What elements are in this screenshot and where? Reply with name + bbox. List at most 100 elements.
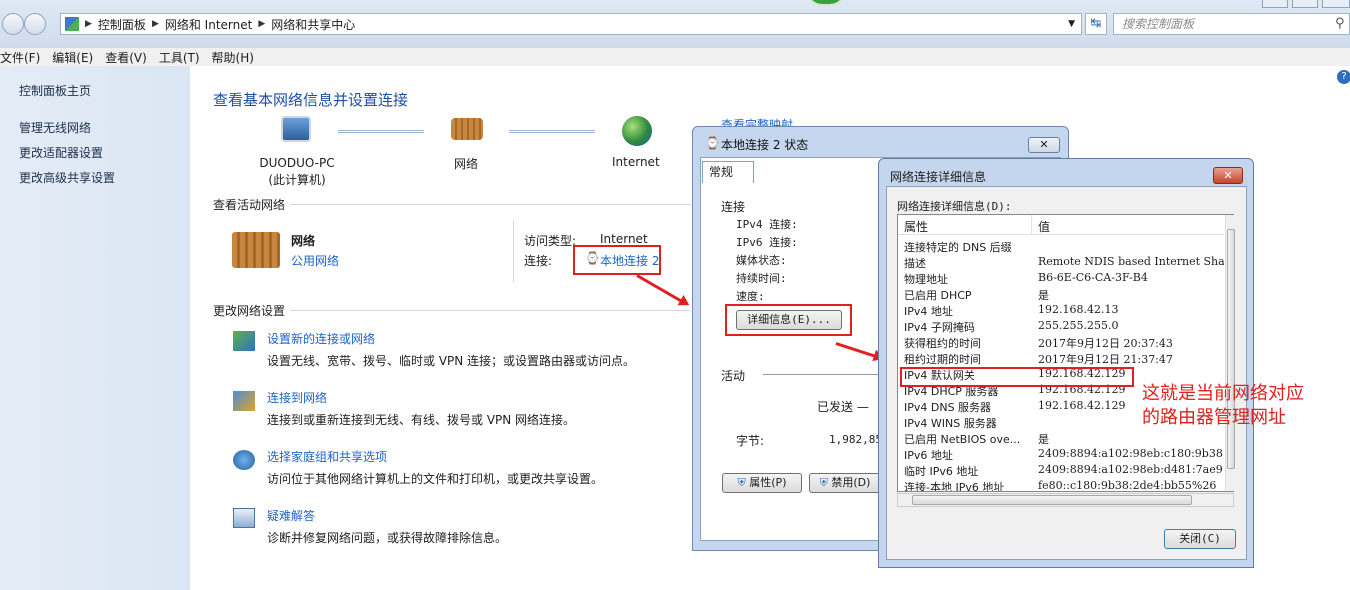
row-value	[1038, 239, 1224, 255]
menu-file[interactable]: 文件(F)	[0, 49, 46, 66]
row-property: 临时 IPv6 地址	[904, 465, 979, 478]
computer-icon	[281, 116, 311, 142]
menu-tools[interactable]: 工具(T)	[153, 49, 206, 66]
row-value: 是	[1038, 289, 1049, 302]
scroll-thumb[interactable]	[912, 495, 1192, 505]
activity-header: 活动	[721, 369, 746, 383]
task-homegroup-link[interactable]: 选择家庭组和共享选项	[267, 448, 387, 465]
field-speed: 速度:	[736, 290, 765, 303]
maximize-button[interactable]	[1292, 0, 1318, 8]
list-item[interactable]: 描述 Remote NDIS based Internet Sha	[904, 255, 1224, 271]
list-item[interactable]: 连接特定的 DNS 后缀	[904, 239, 1224, 255]
close-icon[interactable]: ✕	[1213, 167, 1243, 184]
back-button[interactable]	[2, 13, 24, 35]
properties-button[interactable]: ⛨ 属性(P)	[722, 473, 802, 493]
row-property: IPv4 WINS 服务器	[904, 417, 997, 430]
tab-general[interactable]: 常规	[702, 161, 754, 183]
task-setup-desc: 设置无线、宽带、拨号、临时或 VPN 连接；或设置路由器或访问点。	[267, 354, 636, 368]
sidebar-item-adapter[interactable]: 更改适配器设置	[19, 144, 103, 161]
list-item[interactable]: 物理地址 B6-6E-C6-CA-3F-B4	[904, 271, 1224, 287]
list-item[interactable]: 连接-本地 IPv6 地址 fe80::c180:9b38:2de4:bb55%2…	[904, 479, 1224, 491]
row-value: fe80::c180:9b38:2de4:bb55%26	[1038, 479, 1217, 491]
refresh-icon[interactable]: ↹	[1085, 13, 1107, 35]
row-property: IPv4 地址	[904, 305, 953, 318]
list-item[interactable]: IPv6 地址 2409:8894:a102:98eb:c180:9b38:	[904, 447, 1224, 463]
list-item[interactable]: 租约过期的时间 2017年9月12日 21:37:47	[904, 351, 1224, 367]
horizontal-scrollbar[interactable]	[897, 493, 1234, 507]
sidebar-item-wireless[interactable]: 管理无线网络	[19, 119, 91, 136]
disable-label: 禁用(D)	[831, 476, 871, 489]
search-icon[interactable]: ⚲	[1335, 16, 1345, 31]
troubleshoot-icon	[233, 508, 255, 528]
vertical-scrollbar[interactable]	[1225, 215, 1236, 491]
access-type-value: Internet	[600, 232, 648, 246]
details-list-label: 网络连接详细信息(D):	[897, 200, 1012, 213]
list-item[interactable]: 已启用 DHCP 是	[904, 287, 1224, 303]
close-button[interactable]: 关闭(C)	[1164, 529, 1236, 549]
sidebar-item-home[interactable]: 控制面板主页	[19, 82, 91, 99]
list-item[interactable]: IPv4 地址 192.168.42.13	[904, 303, 1224, 319]
connector-line	[338, 130, 424, 133]
active-network-header: 查看活动网络	[213, 198, 286, 212]
divider	[763, 374, 879, 375]
network-label: 网络	[454, 157, 479, 171]
homegroup-icon	[233, 450, 255, 470]
sidebar-item-sharing[interactable]: 更改高级共享设置	[19, 169, 115, 186]
task-troubleshoot-link[interactable]: 疑难解答	[267, 507, 315, 524]
task-setup-link[interactable]: 设置新的连接或网络	[267, 330, 375, 347]
pc-name: DUODUO-PC	[259, 156, 335, 170]
column-header-value[interactable]: 值	[1032, 215, 1056, 234]
list-item[interactable]: 已启用 NetBIOS ove... 是	[904, 431, 1224, 447]
menu-view[interactable]: 查看(V)	[99, 49, 153, 66]
breadcrumb-item[interactable]: 网络和共享中心	[271, 16, 355, 33]
dropdown-arrow-icon[interactable]: ▼	[1068, 19, 1075, 29]
search-input[interactable]: 搜索控制面板	[1113, 13, 1350, 35]
shield-icon: ⛨	[819, 476, 828, 489]
forward-button[interactable]	[24, 13, 46, 35]
close-icon[interactable]: ✕	[1028, 137, 1060, 153]
change-settings-header: 更改网络设置	[213, 304, 286, 318]
menu-help[interactable]: 帮助(H)	[206, 49, 260, 66]
task-connect-link[interactable]: 连接到网络	[267, 389, 327, 406]
close-window-button[interactable]	[1322, 0, 1350, 8]
sent-label: 已发送 —	[817, 400, 869, 414]
minimize-button[interactable]	[1262, 0, 1288, 8]
list-item[interactable]: 临时 IPv6 地址 2409:8894:a102:98eb:d481:7ae9:	[904, 463, 1224, 479]
details-list[interactable]: 属性 值 连接特定的 DNS 后缀 描述 Remote NDIS based In…	[897, 214, 1236, 492]
connector-line	[509, 130, 595, 133]
red-arrow	[636, 274, 687, 305]
task-homegroup-desc: 访问位于其他网络计算机上的文件和打印机，或更改共享设置。	[267, 472, 604, 486]
address-box[interactable]: ▶ 控制面板 ▶ 网络和 Internet ▶ 网络和共享中心 ▼	[60, 13, 1082, 35]
list-item[interactable]: IPv4 子网掩码 255.255.255.0	[904, 319, 1224, 335]
row-property: IPv6 地址	[904, 449, 953, 462]
breadcrumb-item[interactable]: 控制面板	[98, 16, 146, 33]
menu-bar: 文件(F) 编辑(E) 查看(V) 工具(T) 帮助(H)	[0, 48, 1350, 66]
disable-button[interactable]: ⛨ 禁用(D)	[809, 473, 881, 493]
connection-icon: ⌚	[585, 251, 600, 265]
connection-link[interactable]: 本地连接 2	[600, 252, 659, 269]
row-property: 描述	[904, 257, 926, 270]
bench-icon	[451, 118, 483, 140]
crumb-arrow-icon: ▶	[151, 19, 159, 29]
scroll-thumb[interactable]	[1227, 229, 1235, 469]
field-ipv4: IPv4 连接:	[736, 218, 798, 231]
globe-icon	[622, 116, 652, 146]
row-property: 租约过期的时间	[904, 353, 981, 366]
status-dialog-title: 本地连接 2 状态	[721, 138, 809, 152]
row-property: 已启用 DHCP	[904, 289, 972, 302]
field-duration: 持续时间:	[736, 272, 787, 285]
menu-edit[interactable]: 编辑(E)	[46, 49, 99, 66]
pc-sub: (此计算机)	[268, 173, 326, 187]
properties-label: 属性(P)	[749, 476, 787, 489]
row-value: Remote NDIS based Internet Sha	[1038, 255, 1224, 268]
field-media: 媒体状态:	[736, 254, 787, 267]
column-header-property[interactable]: 属性	[898, 215, 1032, 234]
details-dialog: 网络连接详细信息 ✕ 网络连接详细信息(D): 属性 值 连接特定的 DNS 后…	[878, 158, 1254, 568]
details-button[interactable]: 详细信息(E)...	[736, 310, 842, 330]
help-icon[interactable]: ?	[1337, 70, 1350, 84]
row-value: 2017年9月12日 21:37:47	[1038, 353, 1173, 366]
crumb-arrow-icon: ▶	[85, 19, 92, 29]
list-item[interactable]: 获得租约的时间 2017年9月12日 20:37:43	[904, 335, 1224, 351]
network-type-link[interactable]: 公用网络	[291, 252, 339, 269]
breadcrumb-item[interactable]: 网络和 Internet	[165, 16, 252, 33]
